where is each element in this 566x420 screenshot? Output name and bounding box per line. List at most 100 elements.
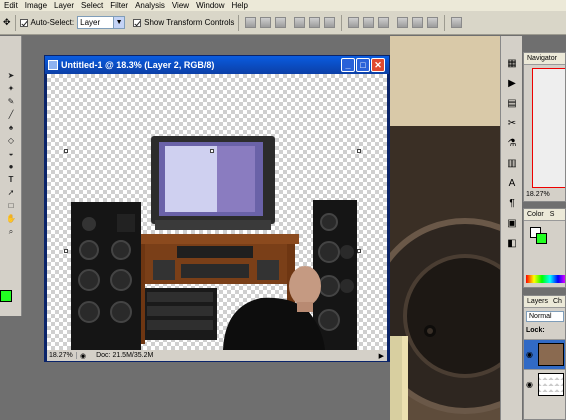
close-button[interactable]: ✕ <box>371 58 385 72</box>
auto-select-dropdown[interactable]: Layer ▼ <box>77 16 126 29</box>
stamp-icon[interactable]: ♠ <box>3 122 19 133</box>
separator <box>238 14 240 31</box>
eye-icon[interactable]: ◉ <box>526 350 533 359</box>
navigator-icon[interactable]: ▦ <box>505 56 519 70</box>
move-tool-preset-icon[interactable]: ✥ <box>3 17 11 28</box>
character-icon[interactable]: A <box>505 176 519 190</box>
distribute-right-icon[interactable] <box>427 17 439 28</box>
transform-handle[interactable] <box>210 149 214 153</box>
history-icon[interactable]: ▥ <box>505 156 519 170</box>
document-statusbar: 18.27% ◉ Doc: 21.5M/35.2M ▶ <box>47 350 387 361</box>
align-hcenter-icon[interactable] <box>309 17 321 28</box>
auto-select-checkbox[interactable] <box>19 18 28 27</box>
maximize-button[interactable]: □ <box>356 58 370 72</box>
menu-bar: Edit Image Layer Select Filter Analysis … <box>0 0 566 11</box>
tab-navigator[interactable]: Navigator <box>524 53 565 65</box>
menu-analysis[interactable]: Analysis <box>135 0 165 11</box>
align-top-icon[interactable] <box>245 17 257 28</box>
swatches-icon[interactable]: ▣ <box>505 216 519 230</box>
chevron-down-icon[interactable]: ▼ <box>113 17 125 28</box>
transform-handle[interactable] <box>357 149 361 153</box>
menu-filter[interactable]: Filter <box>110 0 128 11</box>
distribute-left-icon[interactable] <box>397 17 409 28</box>
transform-handle[interactable] <box>64 249 68 253</box>
bucket-icon[interactable]: ◒ <box>3 148 19 159</box>
align-vcenter-icon[interactable] <box>260 17 272 28</box>
chevron-right-icon[interactable]: ▶ <box>379 352 384 360</box>
doc-size-info: Doc: 21.5M/35.2M <box>96 352 154 359</box>
document-canvas[interactable] <box>47 74 387 350</box>
blend-mode-dropdown[interactable]: Normal <box>526 311 564 322</box>
brush-icon[interactable]: ╱ <box>3 109 19 120</box>
navigator-thumbnail[interactable] <box>532 68 565 188</box>
tab-color-label: Color <box>527 211 544 218</box>
navigator-zoom[interactable]: 18.27% <box>526 191 550 198</box>
zoom-icon[interactable]: ⌕ <box>3 226 19 237</box>
auto-select-label: Auto-Select: <box>30 18 75 27</box>
distribute-vcenter-icon[interactable] <box>363 17 375 28</box>
tab-layers-label: Layers <box>527 298 549 305</box>
hand-icon[interactable]: ✋ <box>3 213 19 224</box>
dodge-icon[interactable]: ● <box>3 161 19 172</box>
document-icon <box>48 60 58 70</box>
menu-image[interactable]: Image <box>25 0 47 11</box>
tools-icon[interactable]: ✂ <box>505 116 519 130</box>
auto-select-value: Layer <box>80 18 101 27</box>
actions-icon[interactable]: ⚗ <box>505 136 519 150</box>
document-titlebar[interactable]: Untitled-1 @ 18.3% (Layer 2, RGB/8) _ □ … <box>45 56 389 74</box>
magic-wand-icon[interactable]: ✦ <box>3 83 19 94</box>
separator <box>14 14 16 31</box>
transform-handle[interactable] <box>64 149 68 153</box>
separator <box>444 14 446 31</box>
menu-edit[interactable]: Edit <box>4 0 18 11</box>
foreground-color-swatch[interactable] <box>0 290 12 302</box>
styles-icon[interactable]: ◧ <box>505 236 519 250</box>
eye-icon[interactable]: ◉ <box>526 380 533 389</box>
auto-align-icon[interactable] <box>451 17 463 28</box>
separator <box>341 14 343 31</box>
distribute-hcenter-icon[interactable] <box>412 17 424 28</box>
toolbox: ➤ ✦ ✎ ╱ ♠ ◇ ◒ ● T ➚ □ ✋ ⌕ <box>0 36 22 316</box>
transform-handle[interactable] <box>357 249 361 253</box>
layers-panel: Layers Ch Normal Lock: ◉ ◉ <box>523 295 566 420</box>
layer-thumbnail <box>538 343 564 366</box>
tab-color[interactable]: Color S <box>524 209 565 221</box>
align-bottom-icon[interactable] <box>275 17 287 28</box>
lock-label: Lock: <box>526 327 545 334</box>
tab-swatches-label[interactable]: S <box>550 211 555 218</box>
shape-icon[interactable]: □ <box>3 200 19 211</box>
tab-channels-label[interactable]: Ch <box>553 298 562 305</box>
panel-icon-strip: ▦ ▶ ▤ ✂ ⚗ ▥ A ¶ ▣ ◧ <box>500 36 522 420</box>
text-icon[interactable]: T <box>3 174 19 185</box>
align-left-icon[interactable] <box>294 17 306 28</box>
info-icon[interactable]: ▶ <box>505 76 519 90</box>
layer-composite-image <box>71 136 357 350</box>
histogram-icon[interactable]: ▤ <box>505 96 519 110</box>
minimize-button[interactable]: _ <box>341 58 355 72</box>
zoom-level[interactable]: 18.27% <box>47 352 77 359</box>
menu-view[interactable]: View <box>172 0 189 11</box>
distribute-bottom-icon[interactable] <box>378 17 390 28</box>
show-transform-checkbox[interactable] <box>133 18 142 27</box>
navigator-panel: Navigator 18.27% <box>523 52 566 202</box>
color-ramp[interactable] <box>526 275 565 283</box>
align-right-icon[interactable] <box>324 17 336 28</box>
pen-icon[interactable]: ➚ <box>3 187 19 198</box>
move-icon[interactable]: ➤ <box>3 70 19 81</box>
background-color-chip[interactable] <box>536 233 547 244</box>
layer-row[interactable]: ◉ <box>524 369 565 399</box>
document-title: Untitled-1 @ 18.3% (Layer 2, RGB/8) <box>61 60 215 70</box>
layer-thumbnail <box>538 373 564 396</box>
color-panel: Color S <box>523 208 566 288</box>
paragraph-icon[interactable]: ¶ <box>505 196 519 210</box>
menu-window[interactable]: Window <box>196 0 224 11</box>
tab-layers[interactable]: Layers Ch <box>524 296 565 308</box>
menu-help[interactable]: Help <box>232 0 248 11</box>
layer-row[interactable]: ◉ <box>524 339 565 369</box>
document-window: Untitled-1 @ 18.3% (Layer 2, RGB/8) _ □ … <box>44 55 390 362</box>
menu-layer[interactable]: Layer <box>54 0 74 11</box>
distribute-top-icon[interactable] <box>348 17 360 28</box>
eraser-icon[interactable]: ◇ <box>3 135 19 146</box>
eyedropper-icon[interactable]: ✎ <box>3 96 19 107</box>
menu-select[interactable]: Select <box>81 0 103 11</box>
